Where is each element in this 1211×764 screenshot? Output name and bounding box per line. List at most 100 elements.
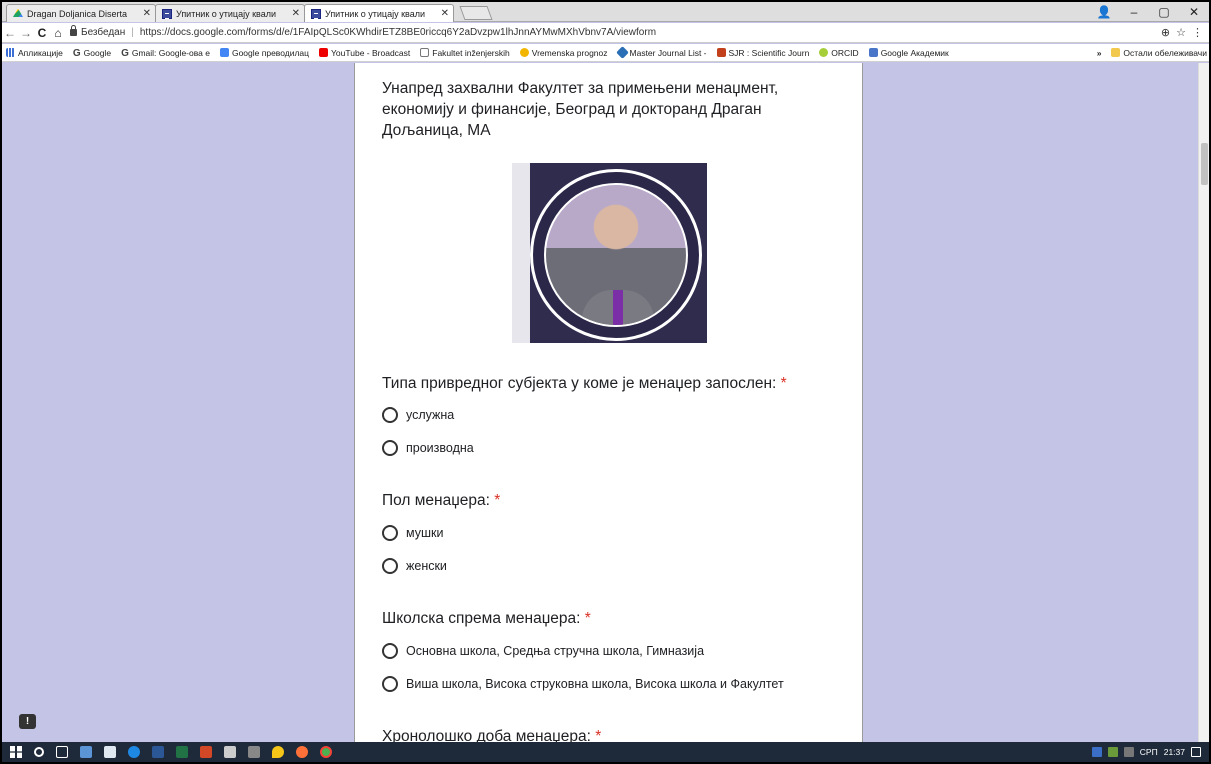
close-icon[interactable]: ✕ [143, 8, 151, 19]
forms-icon [311, 8, 321, 19]
bookmark-google[interactable]: G Google [72, 47, 112, 60]
address-bar: ← → C ⌂ Безбедан | https://docs.google.c… [2, 23, 1209, 43]
question-title: Типа привредног субјекта у коме је менаџ… [382, 375, 777, 392]
powerpoint-icon[interactable] [200, 746, 212, 758]
windows-start-icon[interactable] [10, 746, 22, 758]
bookmark-label: YouTube - Broadcast [331, 47, 411, 58]
tab-questionnaire-1[interactable]: Упитник о утицају квали ✕ [155, 4, 305, 22]
tab-dissertation[interactable]: Dragan Doljanica Diserta ✕ [6, 4, 156, 22]
bookmark-label: Fakultet inženjerskih [432, 47, 510, 58]
volume-icon[interactable] [1123, 747, 1134, 757]
close-button[interactable]: ✕ [1179, 5, 1209, 19]
radio-button[interactable] [382, 676, 398, 692]
profile-icon[interactable]: 👤 [1089, 5, 1119, 19]
translate-icon [219, 48, 229, 57]
orcid-icon [819, 48, 829, 57]
url-text[interactable]: https://docs.google.com/forms/d/e/1FAIpQ… [140, 27, 656, 38]
notifications-icon[interactable] [1191, 747, 1201, 757]
task-view-icon[interactable] [56, 746, 68, 758]
bookmarks-overflow: » Остали обележивачи [1097, 48, 1209, 58]
bookmark-other[interactable]: Остали обележивачи [1111, 48, 1207, 58]
home-button[interactable]: ⌂ [50, 26, 66, 40]
tab-questionnaire-2[interactable]: Упитник о утицају квали ✕ [304, 4, 454, 22]
portrait [544, 183, 688, 327]
bookmark-sjr[interactable]: SJR : Scientific Journ [716, 48, 809, 58]
calculator-icon[interactable] [224, 746, 236, 758]
paint-icon[interactable] [248, 746, 260, 758]
star-icon[interactable]: ☆ [1176, 26, 1186, 39]
word-icon[interactable] [152, 746, 164, 758]
firefox-icon[interactable] [296, 746, 308, 758]
scrollbar-thumb[interactable] [1201, 143, 1208, 185]
maps-icon[interactable] [272, 746, 284, 758]
option-female[interactable]: женски [382, 558, 447, 574]
bookmark-weather[interactable]: Vremenska prognoz [519, 48, 608, 58]
tray-app-icon[interactable] [1091, 747, 1102, 757]
search-icon[interactable] [34, 747, 44, 757]
reload-button[interactable]: C [34, 26, 50, 40]
menu-icon[interactable]: ⋮ [1192, 26, 1203, 39]
minimize-button[interactable]: – [1119, 5, 1149, 19]
new-tab-button[interactable] [459, 6, 493, 20]
option-label: мушки [406, 526, 444, 540]
tab-title: Dragan Doljanica Diserta [27, 8, 128, 19]
folder-icon [1111, 48, 1121, 57]
radio-button[interactable] [382, 558, 398, 574]
option-higher-education[interactable]: Виша школа, Висока струковна школа, Висо… [382, 676, 784, 692]
store-icon[interactable] [104, 746, 116, 758]
bookmark-label: Google [83, 47, 112, 58]
bookmark-apps[interactable]: Апликације [6, 48, 63, 58]
omnibox[interactable]: Безбедан | https://docs.google.com/forms… [70, 25, 1161, 41]
network-icon[interactable] [1107, 747, 1118, 757]
journal-icon [615, 46, 629, 59]
option-secondary-education[interactable]: Основна школа, Средња стручна школа, Гим… [382, 643, 704, 659]
google-icon: G [72, 48, 81, 59]
file-explorer-icon[interactable] [80, 746, 92, 758]
close-icon[interactable]: ✕ [292, 8, 300, 19]
chrome-icon[interactable] [320, 746, 332, 758]
edge-icon[interactable] [128, 746, 140, 758]
vertical-scrollbar[interactable] [1198, 63, 1209, 742]
bookmark-label: ORCID [831, 47, 859, 58]
bookmarks-more-button[interactable]: » [1097, 48, 1102, 58]
excel-icon[interactable] [176, 746, 188, 758]
question-business-type: Типа привредног субјекта у коме је менаџ… [382, 375, 787, 393]
required-mark: * [584, 610, 591, 627]
bookmark-youtube[interactable]: YouTube - Broadcast [319, 48, 410, 58]
bookmark-scholar[interactable]: Google Академик [868, 47, 949, 58]
back-button[interactable]: ← [2, 26, 18, 40]
document-icon [420, 48, 430, 57]
bookmark-fakultet[interactable]: Fakultet inženjerskih [420, 47, 510, 58]
option-service[interactable]: услужна [382, 407, 454, 423]
restore-button[interactable]: ▢ [1149, 5, 1179, 19]
bookmark-master-journal[interactable]: Master Journal List - [615, 46, 707, 59]
clock[interactable]: 21:37 [1164, 747, 1185, 757]
radio-button[interactable] [382, 643, 398, 659]
form-card: Унапред захвални Факултет за примењени м… [354, 63, 863, 742]
zoom-icon[interactable]: ⊕ [1161, 26, 1170, 39]
close-icon[interactable]: ✕ [441, 8, 449, 19]
radio-button[interactable] [382, 407, 398, 423]
bookmark-translate[interactable]: Google преводилац [219, 47, 310, 58]
weather-icon [519, 48, 529, 57]
question-title: Хронолошко доба менаџера: [382, 728, 591, 742]
option-production[interactable]: производна [382, 440, 474, 456]
question-title: Пол менаџера: [382, 492, 490, 509]
lock-icon [70, 25, 77, 36]
option-label: услужна [406, 408, 455, 422]
radio-button[interactable] [382, 440, 398, 456]
forward-button[interactable]: → [18, 26, 34, 40]
bookmark-label: Google преводилац [231, 47, 310, 58]
feedback-button[interactable]: ! [19, 714, 36, 729]
option-male[interactable]: мушки [382, 525, 443, 541]
bookmark-gmail[interactable]: G Gmail: Google-ова е [121, 48, 210, 60]
tab-title: Упитник о утицају квали [176, 8, 276, 19]
system-tray: СРП 21:37 [1091, 747, 1209, 757]
bookmark-orcid[interactable]: ORCID [819, 47, 859, 58]
language-indicator[interactable]: СРП [1140, 747, 1158, 757]
radio-button[interactable] [382, 525, 398, 541]
windows-taskbar: СРП 21:37 [2, 742, 1209, 762]
bookmark-label: Апликације [18, 47, 63, 58]
option-label: женски [406, 559, 447, 573]
bookmark-label: Google Академик [880, 47, 949, 58]
